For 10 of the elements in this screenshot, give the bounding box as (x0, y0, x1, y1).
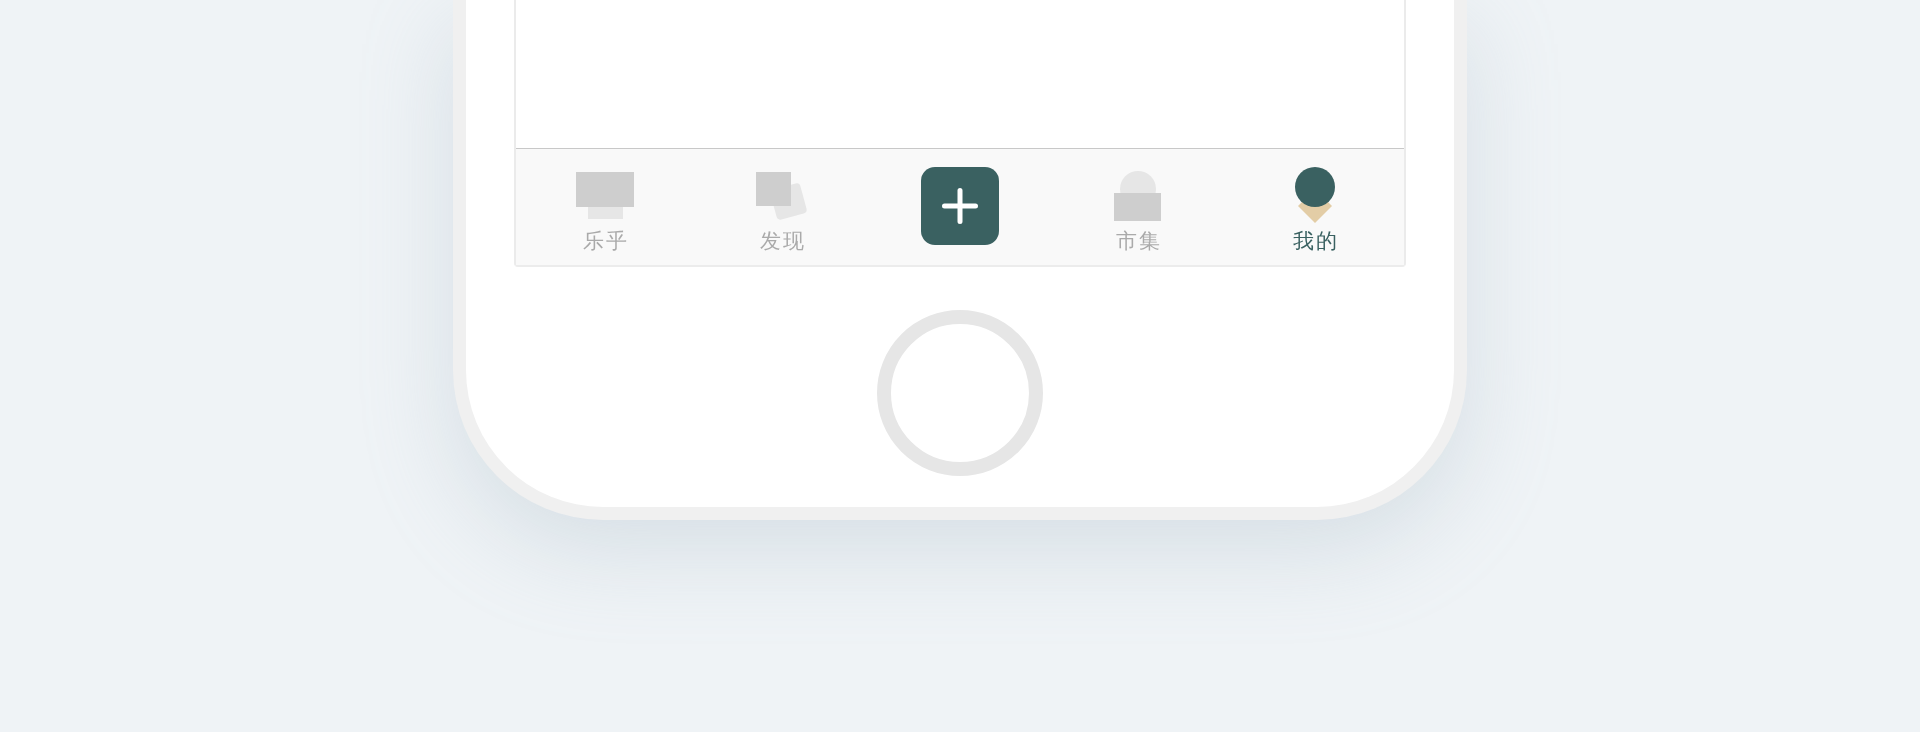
monitor-icon (575, 172, 634, 219)
tab[interactable]: 乐乎 (571, 149, 638, 253)
tab[interactable]: 发现 (752, 149, 813, 253)
circle-diamond-icon (1295, 167, 1336, 223)
stacked-squares-icon (756, 172, 809, 222)
add-button[interactable] (921, 167, 999, 245)
tab[interactable]: 市集 (1109, 149, 1166, 253)
plus-icon (942, 188, 978, 224)
tab[interactable]: 我的 (1287, 149, 1344, 253)
dome-block-icon (1114, 171, 1162, 221)
